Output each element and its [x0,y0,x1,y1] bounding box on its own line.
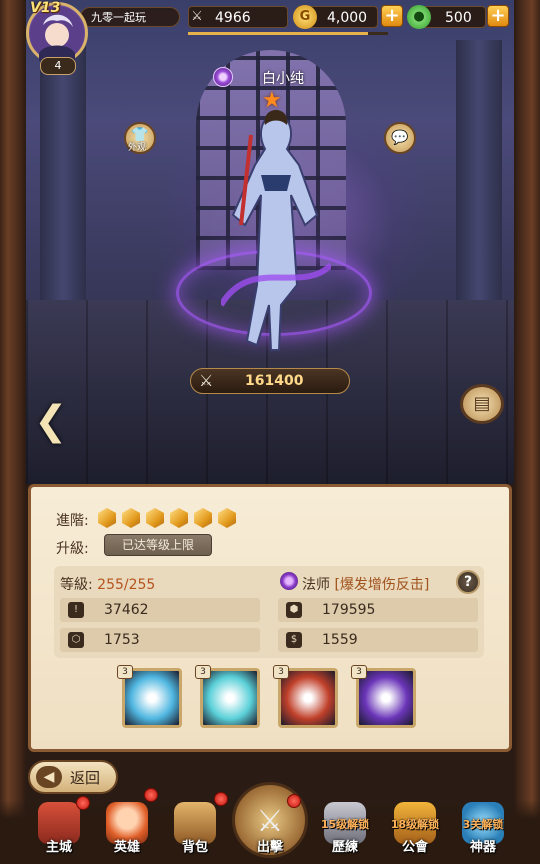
level-value: 255/255 [97,577,156,593]
class-desc: [爆发增伤反击] [334,577,430,593]
combat-power-bar: ⚔ 161400 [190,368,350,394]
skin-label: 外观 [128,143,147,153]
upgrade-label: 升級: [56,541,89,557]
nav-bag[interactable]: 背包 [164,792,228,862]
advance-label: 進階: [56,513,89,529]
skill-slot-1[interactable]: 3 [117,665,182,728]
stat-value: 1753 [104,632,140,648]
notification-dot [287,794,301,808]
potion-value: 500 [445,10,472,26]
chat-icon: 💬 [391,130,409,146]
pillar-left [40,40,86,340]
nav-label: 歷練 [331,840,358,855]
power-value: 4966 [215,10,251,26]
class-orb-icon [213,67,233,87]
mage-class-icon [280,572,298,590]
potion-pill: ● 500 [407,5,486,29]
stat-value: 1559 [322,632,358,648]
potion-icon: ● [407,5,431,29]
back-button[interactable]: ◀ 返回 [28,760,118,794]
nav-lock-text: 18级解锁 [390,818,440,831]
class-row: 法师 [爆发增伤反击] [302,574,429,594]
notification-dot [144,788,158,802]
nav-training[interactable]: 15级解锁 歷練 [314,800,376,862]
stat-value: 37462 [104,602,149,618]
back-arrow-icon: ◀ [36,766,62,788]
nav-lock-text: 3关解锁 [462,818,504,831]
notification-dot [76,796,90,810]
comment-icon: ▤ [473,393,491,414]
skill-level: 3 [195,665,211,679]
nav-label: 背包 [181,840,208,855]
skill-level: 3 [351,665,367,679]
speed-icon: $ [286,632,302,648]
nav-label: 公會 [401,840,428,855]
exp-progress-fill [188,32,368,35]
attack-icon: ! [68,602,84,618]
level-label: 等級: [60,577,93,593]
max-level-button[interactable]: 已达等级上限 [104,534,212,556]
nav-label: 主城 [45,840,72,855]
exp-progress-bar [188,32,388,35]
skill-slot-2[interactable]: 3 [195,665,260,728]
skill-level: 3 [117,665,133,679]
vip-badge: V13 [30,0,61,16]
top-bar: 九零一起玩 V13 4 ⚔ 4966 G 4,000 + ● 500 + [0,0,540,75]
skill-slot-3[interactable]: 3 [273,665,338,728]
nav-label: 神器 [469,840,496,855]
nav-artifact[interactable]: 3关解锁 神器 [452,800,514,862]
gold-pill: G 4,000 [293,5,378,29]
comments-button[interactable]: ▤ [460,384,504,424]
stat-value: 179595 [322,602,376,618]
combat-power-value: 161400 [245,373,304,389]
defense-icon: ⬡ [68,632,84,648]
star-icon: ★ [262,88,282,113]
nav-heroes[interactable]: 英雄 [96,788,158,862]
swords-icon: ⚔ [191,9,203,24]
gold-coin-icon: G [293,5,317,29]
swords-icon: ⚔ [199,371,214,390]
class-name: 法师 [302,577,330,593]
chat-bubble-button[interactable]: 💬 [384,122,416,154]
health-icon: ⬢ [286,602,302,618]
add-gold-button[interactable]: + [381,5,403,27]
hero-name: 白小纯 [262,71,304,87]
skill-slot-4[interactable]: 3 [351,665,416,728]
hero-character[interactable] [221,105,331,355]
level-row: 等級: 255/255 [60,574,155,594]
stat-attack: ! 37462 [60,598,260,622]
player-name: 九零一起玩 [80,7,180,27]
prev-hero-arrow-icon[interactable]: ❮ [34,398,68,444]
nav-label: 出擊 [256,840,283,855]
nav-battle[interactable]: ⚔ 出擊 [239,794,301,862]
help-button[interactable]: ? [456,570,480,594]
nav-label: 英雄 [113,840,140,855]
power-pill: ⚔ 4966 [188,6,288,28]
pillar-right [456,40,502,340]
skill-level: 3 [273,665,289,679]
stat-speed: $ 1559 [278,628,478,652]
stat-health: ⬢ 179595 [278,598,478,622]
player-level: 4 [40,57,76,75]
add-potion-button[interactable]: + [487,5,509,27]
stat-defense: ⬡ 1753 [60,628,260,652]
notification-dot [214,792,228,806]
back-label: 返回 [70,769,101,787]
nav-guild[interactable]: 18级解锁 公會 [384,800,446,862]
gold-value: 4,000 [327,10,368,26]
nav-main-city[interactable]: 主城 [28,796,90,862]
nav-lock-text: 15级解锁 [320,818,370,831]
